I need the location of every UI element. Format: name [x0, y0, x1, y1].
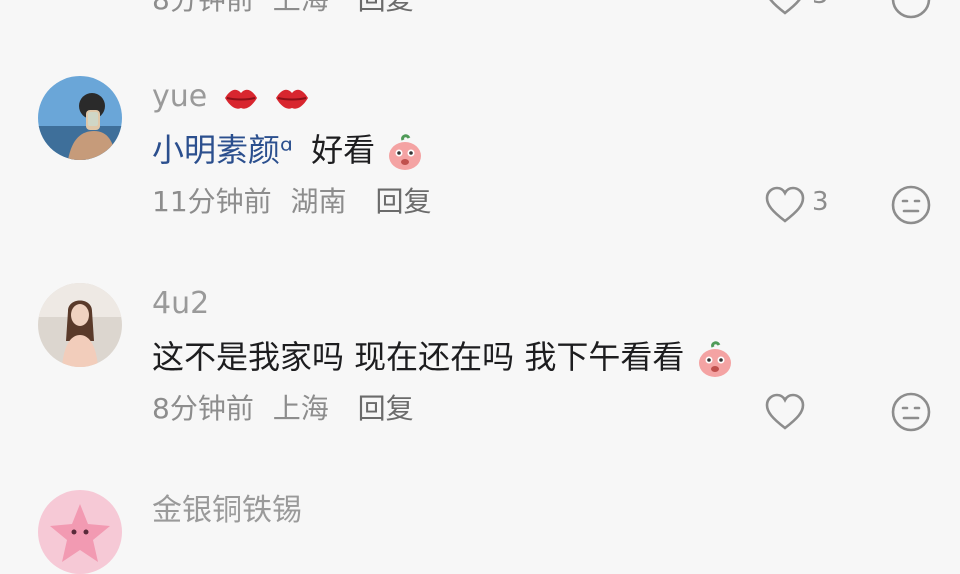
comment-time: 11分钟前: [152, 185, 272, 218]
meh-face-icon[interactable]: [890, 184, 932, 226]
peach-blush-emoji: [698, 341, 731, 377]
heart-outline-icon[interactable]: [764, 393, 806, 431]
reply-button[interactable]: 回复: [358, 395, 414, 423]
reply-button[interactable]: 回复: [358, 0, 414, 14]
username[interactable]: 4u2: [152, 289, 209, 319]
comment-meta: 8分钟前 上海 回复: [152, 395, 414, 423]
lips-kiss-emoji: [276, 89, 309, 109]
meh-face-icon[interactable]: [890, 0, 932, 20]
heart-outline-icon[interactable]: [764, 186, 806, 224]
lips-kiss-emoji: [224, 89, 257, 109]
username-text: 4u2: [152, 286, 210, 321]
meh-face-icon[interactable]: [890, 391, 932, 433]
comment-location: 上海: [272, 392, 329, 425]
like-count: 3: [812, 0, 829, 8]
avatar[interactable]: [38, 283, 122, 367]
avatar[interactable]: [38, 76, 122, 160]
username-text: 金银铜铁锡: [152, 493, 302, 528]
heart-outline-icon[interactable]: [764, 0, 806, 16]
username[interactable]: 金银铜铁锡: [152, 496, 302, 526]
username[interactable]: yue: [152, 82, 310, 112]
comment-body: 这不是我家吗 现在还在吗 我下午看看: [152, 338, 685, 376]
comment-location: 上海: [273, 0, 329, 14]
mention-link[interactable]: 小明素颜ᵅ: [152, 131, 293, 169]
peach-blush-emoji: [389, 134, 422, 170]
comment-meta: 11分钟前 湖南 回复: [152, 188, 431, 216]
comment-location: 湖南: [290, 185, 347, 218]
comment-time: 8分钟前: [152, 392, 254, 425]
like-count: 3: [812, 187, 829, 217]
comment-text: 这不是我家吗 现在还在吗 我下午看看: [152, 339, 735, 379]
comment-text: 小明素颜ᵅ 好看: [152, 132, 425, 172]
comment-body: 好看: [311, 131, 376, 169]
comment-time: 8分钟前: [152, 0, 254, 14]
comment-meta: 8分钟前 上海 回复: [152, 0, 414, 14]
reply-button[interactable]: 回复: [375, 188, 431, 216]
avatar[interactable]: [38, 490, 122, 574]
username-text: yue: [152, 79, 208, 114]
